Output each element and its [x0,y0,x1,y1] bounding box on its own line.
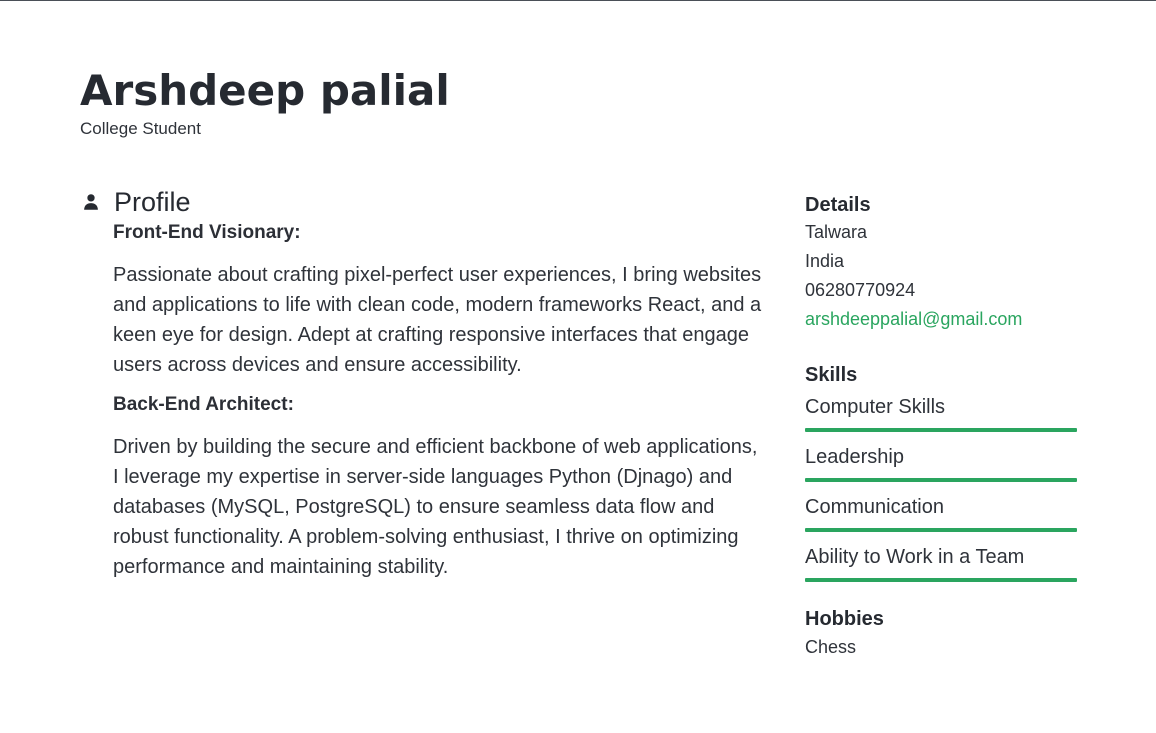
skill-label: Leadership [805,446,904,468]
hobbies-heading: Hobbies [805,608,884,630]
skill-level-bar [805,578,1077,582]
skill-item: Computer Skills [805,388,1077,432]
profile-title: Profile [114,186,191,217]
skill-label: Communication [805,496,944,518]
skills-section: Skills Computer Skills Leadership Commun… [805,362,1077,582]
details-heading: Details [805,194,871,216]
skill-level-bar [805,528,1077,532]
skill-level-bar [805,428,1077,432]
person-name: Arshdeep palial [80,66,450,115]
details-section: Details Talwara India 06280770924 arshde… [805,192,1077,334]
person-role: College Student [80,119,201,138]
skill-item: Ability to Work in a Team [805,538,1077,582]
profile-section: Profile Front-End Visionary: Passionate … [80,186,763,594]
profile-heading: Profile [80,186,760,218]
detail-city: Talwara [805,222,868,242]
detail-country: India [805,251,845,271]
email-link[interactable]: arshdeeppalial@gmail.com [805,305,1077,334]
skill-label: Computer Skills [805,396,946,418]
skill-label: Ability to Work in a Team [805,546,1025,568]
skills-heading: Skills [805,364,858,386]
skill-level-bar [805,478,1077,482]
skill-item: Leadership [805,438,1077,482]
profile-entry-title: Back-End Architect: [113,394,294,415]
profile-entry-text: Driven by building the secure and effici… [113,436,758,578]
profile-entry-title: Front-End Visionary: [113,222,301,243]
person-icon [84,194,98,210]
sidebar: Details Talwara India 06280770924 arshde… [805,192,1077,662]
resume-header: Arshdeep palial College Student [80,64,450,140]
skill-item: Communication [805,488,1077,532]
hobby-item: Chess [805,637,857,657]
profile-entry-text: Passionate about crafting pixel-perfect … [113,264,762,376]
hobbies-section: Hobbies Chess [805,606,1077,662]
resume-page: Arshdeep palial College Student Profile … [0,0,1156,733]
profile-content: Front-End Visionary: Passionate about cr… [113,220,763,582]
detail-phone: 06280770924 [805,280,916,300]
